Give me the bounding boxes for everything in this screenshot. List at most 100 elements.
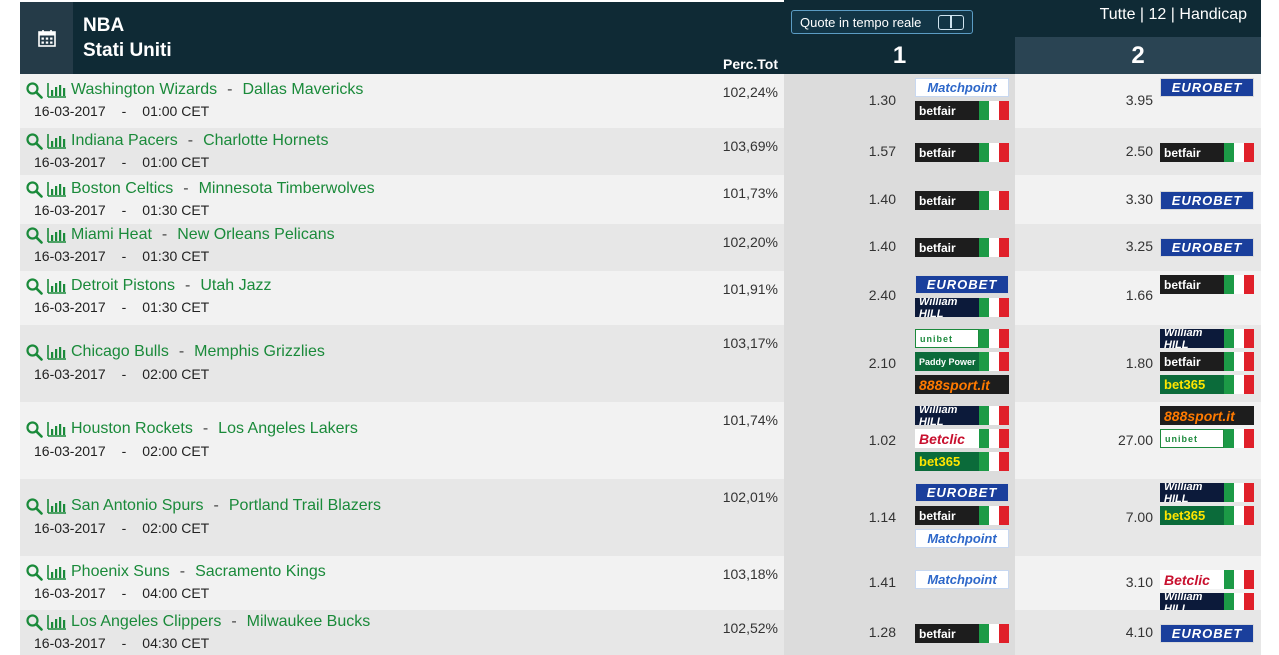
bookmaker-logo-betclic[interactable]: Betclic (1160, 570, 1254, 589)
bar-chart-icon[interactable] (47, 564, 67, 580)
bookmaker-logo-eurobet[interactable]: EUROBET (1160, 191, 1254, 210)
home-team-link[interactable]: Indiana Pacers (71, 132, 178, 150)
odds-cell-1[interactable]: 2.40 EUROBET William HILL (784, 271, 1015, 325)
search-icon[interactable] (26, 563, 43, 581)
odds-cell-2[interactable]: 3.30 EUROBET (1015, 175, 1261, 224)
bookmaker-logo-williamhill[interactable]: William HILL (915, 406, 1009, 425)
away-team-link[interactable]: Memphis Grizzlies (194, 343, 325, 361)
odds-cell-2[interactable]: 3.95 EUROBET (1015, 74, 1261, 128)
away-team-link[interactable]: Minnesota Timberwolves (199, 180, 375, 198)
bookmaker-logo-eurobet[interactable]: EUROBET (1160, 624, 1254, 643)
home-team-link[interactable]: Houston Rockets (71, 420, 193, 438)
odds-cell-2[interactable]: 2.50 betfair (1015, 128, 1261, 175)
odds-value[interactable]: 1.40 (869, 191, 896, 207)
odds-value[interactable]: 1.28 (869, 624, 896, 640)
bookmaker-logo-betfair[interactable]: betfair (1160, 352, 1254, 371)
bookmaker-logo-eurobet[interactable]: EUROBET (1160, 78, 1254, 97)
calendar-button[interactable] (20, 2, 73, 74)
bookmaker-logo-bet365[interactable]: bet365 (1160, 506, 1254, 525)
search-icon[interactable] (26, 180, 43, 198)
bookmaker-logo-betfair[interactable]: betfair (915, 191, 1009, 210)
bookmaker-logo-williamhill[interactable]: William HILL (1160, 483, 1254, 502)
bar-chart-icon[interactable] (47, 82, 67, 98)
odds-value[interactable]: 3.25 (1126, 238, 1153, 254)
bookmaker-logo-matchpoint[interactable]: Matchpoint (915, 570, 1009, 589)
search-icon[interactable] (26, 81, 43, 99)
odds-cell-1[interactable]: 1.40 betfair (784, 175, 1015, 224)
bookmaker-logo-betfair[interactable]: betfair (915, 506, 1009, 525)
search-icon[interactable] (26, 343, 43, 361)
odds-value[interactable]: 1.02 (869, 432, 896, 448)
odds-value[interactable]: 1.30 (869, 92, 896, 108)
odds-value[interactable]: 1.14 (869, 509, 896, 525)
home-team-link[interactable]: San Antonio Spurs (71, 497, 204, 515)
bookmaker-logo-eurobet[interactable]: EUROBET (915, 275, 1009, 294)
away-team-link[interactable]: Milwaukee Bucks (247, 613, 371, 631)
bookmaker-logo-betfair[interactable]: betfair (915, 238, 1009, 257)
away-team-link[interactable]: Charlotte Hornets (203, 132, 328, 150)
bar-chart-icon[interactable] (47, 181, 67, 197)
odds-value[interactable]: 3.30 (1126, 191, 1153, 207)
filter-12[interactable]: 12 (1149, 6, 1167, 23)
bar-chart-icon[interactable] (47, 421, 67, 437)
bookmaker-logo-betfair[interactable]: betfair (915, 143, 1009, 162)
search-icon[interactable] (26, 277, 43, 295)
odds-value[interactable]: 1.80 (1126, 355, 1153, 371)
filter-all[interactable]: Tutte (1100, 6, 1136, 23)
odds-cell-1[interactable]: 1.30 Matchpoint betfair (784, 74, 1015, 128)
bookmaker-logo-betfair[interactable]: betfair (1160, 275, 1254, 294)
odds-cell-1[interactable]: 1.41 Matchpoint (784, 556, 1015, 610)
odds-value[interactable]: 3.95 (1126, 92, 1153, 108)
odds-cell-1[interactable]: 2.10 unibet Paddy Power 888sport.it (784, 325, 1015, 402)
bookmaker-logo-betfair[interactable]: betfair (915, 101, 1009, 120)
bookmaker-logo-betfair[interactable]: betfair (915, 624, 1009, 643)
away-team-link[interactable]: Sacramento Kings (195, 563, 326, 581)
odds-cell-1[interactable]: 1.02 William HILL Betclic bet365 (784, 402, 1015, 479)
odds-value[interactable]: 1.40 (869, 238, 896, 254)
away-team-link[interactable]: Portland Trail Blazers (229, 497, 381, 515)
odds-cell-2[interactable]: 1.66 betfair (1015, 271, 1261, 325)
odds-value[interactable]: 1.57 (869, 143, 896, 159)
bookmaker-logo-unibet[interactable]: unibet (1160, 429, 1254, 448)
odds-cell-1[interactable]: 1.28 betfair (784, 610, 1015, 655)
odds-value[interactable]: 1.41 (869, 574, 896, 590)
odds-value[interactable]: 4.10 (1126, 624, 1153, 640)
filter-handicap[interactable]: Handicap (1179, 6, 1247, 23)
odds-cell-2[interactable]: 4.10 EUROBET (1015, 610, 1261, 655)
search-icon[interactable] (26, 226, 43, 244)
odds-cell-2[interactable]: 27.00 888sport.it unibet (1015, 402, 1261, 479)
bookmaker-logo-betclic[interactable]: Betclic (915, 429, 1009, 448)
odds-cell-2[interactable]: 3.10 Betclic William HILL (1015, 556, 1261, 612)
odds-value[interactable]: 1.66 (1126, 287, 1153, 303)
search-icon[interactable] (26, 613, 43, 631)
bar-chart-icon[interactable] (47, 498, 67, 514)
bookmaker-logo-betfair[interactable]: betfair (1160, 143, 1254, 162)
bookmaker-logo-eurobet[interactable]: EUROBET (915, 483, 1009, 502)
home-team-link[interactable]: Phoenix Suns (71, 563, 170, 581)
bookmaker-logo-eurobet[interactable]: EUROBET (1160, 238, 1254, 257)
bookmaker-logo-matchpoint[interactable]: Matchpoint (915, 529, 1009, 548)
bookmaker-logo-williamhill[interactable]: William HILL (1160, 329, 1254, 348)
home-team-link[interactable]: Chicago Bulls (71, 343, 169, 361)
odds-value[interactable]: 2.40 (869, 287, 896, 303)
away-team-link[interactable]: Los Angeles Lakers (218, 420, 358, 438)
odds-cell-2[interactable]: 1.80 William HILL betfair bet365 (1015, 325, 1261, 402)
odds-cell-2[interactable]: 3.25 EUROBET (1015, 224, 1261, 271)
bookmaker-logo-paddypower[interactable]: Paddy Power (915, 352, 1009, 371)
search-icon[interactable] (26, 420, 43, 438)
odds-cell-1[interactable]: 1.40 betfair (784, 224, 1015, 271)
home-team-link[interactable]: Los Angeles Clippers (71, 613, 221, 631)
bookmaker-logo-williamhill[interactable]: William HILL (915, 298, 1009, 317)
bar-chart-icon[interactable] (47, 614, 67, 630)
bar-chart-icon[interactable] (47, 133, 67, 149)
search-icon[interactable] (26, 497, 43, 515)
bar-chart-icon[interactable] (47, 278, 67, 294)
away-team-link[interactable]: New Orleans Pelicans (177, 226, 334, 244)
odds-cell-2[interactable]: 7.00 William HILL bet365 (1015, 479, 1261, 556)
bookmaker-logo-unibet[interactable]: unibet (915, 329, 1009, 348)
odds-value[interactable]: 27.00 (1118, 432, 1153, 448)
odds-value[interactable]: 3.10 (1126, 574, 1153, 590)
bookmaker-logo-bet365[interactable]: bet365 (1160, 375, 1254, 394)
bookmaker-logo-matchpoint[interactable]: Matchpoint (915, 78, 1009, 97)
odds-value[interactable]: 2.10 (869, 355, 896, 371)
